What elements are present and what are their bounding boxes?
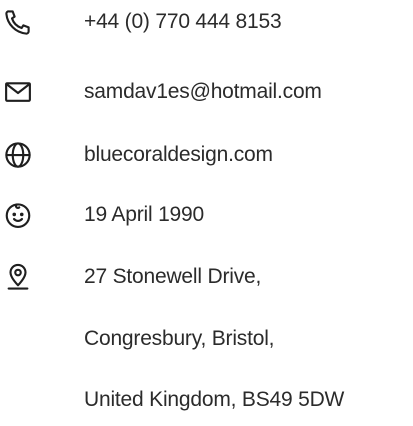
phone-row[interactable]: +44 (0) 770 444 8153	[0, 0, 413, 44]
email-row[interactable]: samdav1es@hotmail.com	[0, 70, 413, 114]
phone-number: +44 (0) 770 444 8153	[84, 10, 282, 33]
contact-details: +44 (0) 770 444 8153 samdav1es@hotmail.c…	[0, 0, 413, 426]
website-row[interactable]: bluecoraldesign.com	[0, 133, 413, 177]
address-line-3-row: United Kingdom, BS49 5DW	[0, 378, 413, 422]
baby-face-icon	[3, 200, 33, 230]
email-address: samdav1es@hotmail.com	[84, 80, 322, 103]
address-line-2-row: Congresbury, Bristol,	[0, 317, 413, 361]
address-line-2: Congresbury, Bristol,	[84, 327, 275, 350]
birth-date: 19 April 1990	[84, 203, 204, 226]
location-pin-icon	[3, 262, 33, 292]
globe-icon	[3, 140, 33, 170]
address-line-3: United Kingdom, BS49 5DW	[84, 388, 345, 411]
envelope-icon	[3, 77, 33, 107]
address-row: 27 Stonewell Drive,	[0, 255, 413, 299]
address-line-1: 27 Stonewell Drive,	[84, 265, 262, 288]
phone-icon	[3, 7, 33, 37]
birthday-row: 19 April 1990	[0, 193, 413, 237]
website-url: bluecoraldesign.com	[84, 143, 273, 166]
